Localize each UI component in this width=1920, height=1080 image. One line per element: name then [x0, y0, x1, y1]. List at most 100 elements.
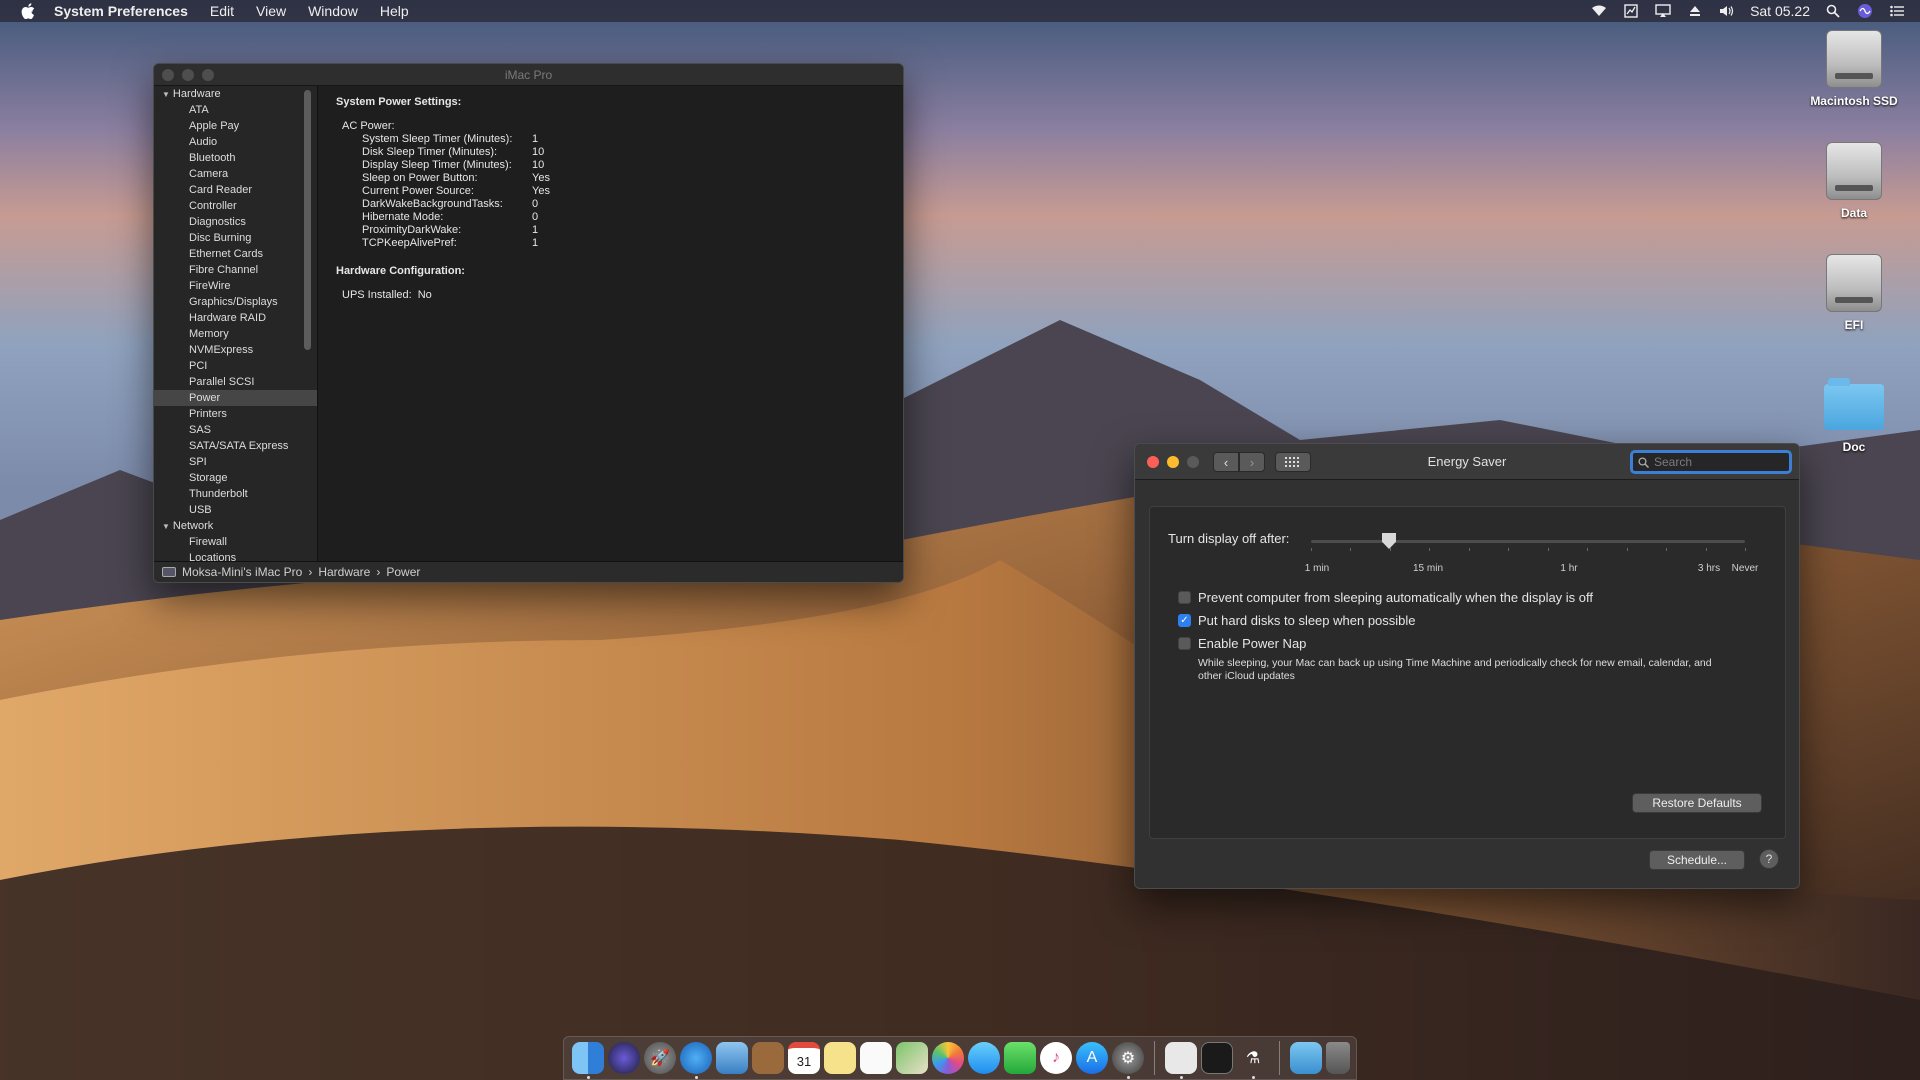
schedule-button[interactable]: Schedule... — [1649, 850, 1745, 870]
setting-key: Hibernate Mode: — [362, 211, 444, 223]
sidebar-item-printers[interactable]: Printers — [154, 406, 317, 422]
ac-power-row: ProximityDarkWake: 1 — [336, 224, 903, 237]
sidebar-item-parallel-scsi[interactable]: Parallel SCSI — [154, 374, 317, 390]
setting-key: ProximityDarkWake: — [362, 224, 462, 236]
apple-menu-icon[interactable] — [18, 1, 38, 21]
sidebar-item-graphics-displays[interactable]: Graphics/Displays — [154, 294, 317, 310]
notes-brown-icon[interactable] — [752, 1042, 784, 1074]
istat-icon[interactable] — [1622, 3, 1640, 19]
checkbox-box[interactable] — [1178, 637, 1191, 650]
reminders-icon[interactable] — [860, 1042, 892, 1074]
spotlight-search-icon[interactable] — [1824, 3, 1842, 19]
desktop-icon-doc[interactable]: Doc — [1794, 378, 1914, 454]
facetime-icon[interactable] — [1004, 1042, 1036, 1074]
tick-label: 1 hr — [1560, 563, 1578, 574]
sidebar-item-card-reader[interactable]: Card Reader — [154, 182, 317, 198]
slider-thumb[interactable] — [1382, 533, 1396, 549]
sidebar-item-controller[interactable]: Controller — [154, 198, 317, 214]
sidebar-item-sata-sata-express[interactable]: SATA/SATA Express — [154, 438, 317, 454]
siri-icon[interactable] — [1856, 3, 1874, 19]
settings-panel: Turn display off after: 1 min 15 min 1 h… — [1149, 506, 1786, 839]
menu-view[interactable]: View — [256, 3, 286, 19]
sidebar-item-storage[interactable]: Storage — [154, 470, 317, 486]
finder-icon[interactable] — [572, 1042, 604, 1079]
sidebar-item-thunderbolt[interactable]: Thunderbolt — [154, 486, 317, 502]
trash-icon[interactable] — [1326, 1042, 1350, 1074]
help-button[interactable]: ? — [1759, 849, 1779, 869]
safari-icon[interactable] — [680, 1042, 712, 1079]
app-store-icon[interactable]: A — [1076, 1042, 1108, 1074]
sidebar-item-fibre-channel[interactable]: Fibre Channel — [154, 262, 317, 278]
sidebar-item-power[interactable]: Power — [154, 390, 317, 406]
search-input[interactable] — [1654, 455, 1784, 469]
sidebar-group-network[interactable]: Network — [154, 518, 317, 534]
mail-icon[interactable] — [716, 1042, 748, 1074]
menu-edit[interactable]: Edit — [210, 3, 234, 19]
siri-icon[interactable] — [608, 1042, 640, 1074]
checkbox-label: Prevent computer from sleeping automatic… — [1198, 590, 1594, 605]
search-field[interactable] — [1630, 450, 1792, 474]
sidebar-item-spi[interactable]: SPI — [154, 454, 317, 470]
window-titlebar[interactable]: iMac Pro — [154, 64, 903, 86]
photos-icon[interactable] — [932, 1042, 964, 1074]
desktop-icon-data[interactable]: Data — [1794, 142, 1914, 220]
eject-icon[interactable] — [1686, 3, 1704, 19]
display-sleep-slider[interactable] — [1311, 533, 1745, 549]
path-item[interactable]: Hardware — [318, 565, 370, 579]
volume-icon[interactable] — [1718, 3, 1736, 19]
path-separator-icon: › — [376, 565, 381, 579]
activity-monitor-icon[interactable] — [1201, 1042, 1233, 1074]
calendar-icon[interactable]: 31 — [788, 1042, 820, 1074]
airplay-icon[interactable] — [1654, 3, 1672, 19]
path-item[interactable]: Moksa-Mini's iMac Pro — [182, 565, 302, 579]
checkbox-box[interactable] — [1178, 591, 1191, 604]
launchpad-icon[interactable]: 🚀 — [644, 1042, 676, 1074]
sidebar-item-bluetooth[interactable]: Bluetooth — [154, 150, 317, 166]
prevent-sleep-checkbox[interactable]: Prevent computer from sleeping automatic… — [1178, 590, 1593, 605]
script-editor-icon[interactable]: ⚗ — [1237, 1042, 1269, 1079]
sidebar-item-memory[interactable]: Memory — [154, 326, 317, 342]
sidebar-item-camera[interactable]: Camera — [154, 166, 317, 182]
sidebar-item-ethernet-cards[interactable]: Ethernet Cards — [154, 246, 317, 262]
sidebar-item-disc-burning[interactable]: Disc Burning — [154, 230, 317, 246]
path-item[interactable]: Power — [386, 565, 420, 579]
itunes-icon[interactable]: ♪ — [1040, 1042, 1072, 1074]
menu-window[interactable]: Window — [308, 3, 358, 19]
downloads-folder-icon[interactable] — [1290, 1042, 1322, 1074]
sidebar-group-hardware[interactable]: Hardware — [154, 86, 317, 102]
restore-defaults-button[interactable]: Restore Defaults — [1632, 793, 1762, 813]
desktop-icon-macintosh-ssd[interactable]: Macintosh SSD — [1794, 30, 1914, 108]
menu-help[interactable]: Help — [380, 3, 409, 19]
stickies-icon[interactable] — [824, 1042, 856, 1074]
sidebar-item-firewire[interactable]: FireWire — [154, 278, 317, 294]
notification-center-icon[interactable] — [1888, 3, 1906, 19]
sidebar-item-diagnostics[interactable]: Diagnostics — [154, 214, 317, 230]
sidebar-item-ata[interactable]: ATA — [154, 102, 317, 118]
sidebar-item-hardware-raid[interactable]: Hardware RAID — [154, 310, 317, 326]
sidebar-item-firewall[interactable]: Firewall — [154, 534, 317, 550]
messages-icon[interactable] — [968, 1042, 1000, 1074]
desktop-icon-label: Data — [1840, 206, 1867, 220]
hard-disk-sleep-checkbox[interactable]: ✓ Put hard disks to sleep when possible — [1178, 613, 1416, 628]
sidebar-item-nvmexpress[interactable]: NVMExpress — [154, 342, 317, 358]
sidebar-item-audio[interactable]: Audio — [154, 134, 317, 150]
desktop-icon-efi[interactable]: EFI — [1794, 254, 1914, 332]
menu-app-name[interactable]: System Preferences — [54, 3, 188, 19]
system-preferences-icon[interactable]: ⚙ — [1112, 1042, 1144, 1079]
textedit-icon[interactable] — [1165, 1042, 1197, 1079]
power-nap-checkbox[interactable]: Enable Power Nap — [1178, 636, 1306, 651]
window-titlebar[interactable]: ‹ › Energy Saver — [1135, 444, 1799, 480]
sidebar-item-apple-pay[interactable]: Apple Pay — [154, 118, 317, 134]
sidebar-scrollbar[interactable] — [304, 90, 311, 350]
sidebar-item-pci[interactable]: PCI — [154, 358, 317, 374]
wifi-icon[interactable] — [1590, 3, 1608, 19]
detail-pane: System Power Settings: AC Power: System … — [318, 86, 903, 563]
sidebar-item-usb[interactable]: USB — [154, 502, 317, 518]
checkbox-box[interactable]: ✓ — [1178, 614, 1191, 627]
sidebar-item-sas[interactable]: SAS — [154, 422, 317, 438]
menu-clock[interactable]: Sat 05.22 — [1750, 3, 1810, 19]
menu-bar: System Preferences Edit View Window Help… — [0, 0, 1920, 22]
setting-key: System Sleep Timer (Minutes): — [362, 133, 513, 145]
maps-icon[interactable] — [896, 1042, 928, 1074]
ups-label: UPS Installed: — [342, 289, 412, 301]
